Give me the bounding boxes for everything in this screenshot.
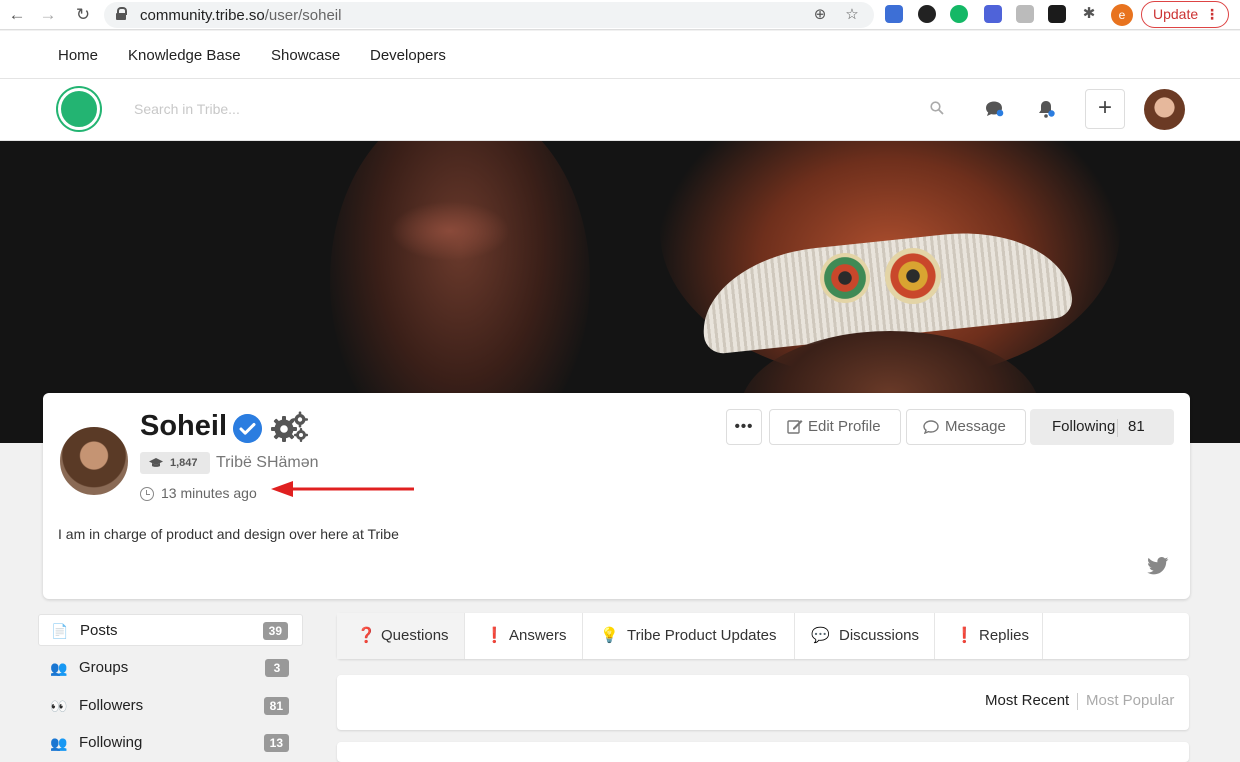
app-header: +: [0, 79, 1240, 141]
tab-label: Tribe Product Updates: [627, 627, 777, 644]
reputation-count: 1,847: [170, 457, 198, 469]
eyes-icon: 👀: [50, 698, 68, 714]
count-badge: 13: [263, 734, 289, 752]
extension-icon[interactable]: [885, 5, 903, 23]
sidebar-item-groups[interactable]: 👥 Groups 3: [38, 652, 303, 684]
profile-name: Soheil: [140, 410, 228, 442]
sidebar-item-label: Followers: [79, 697, 144, 714]
sidebar-item-posts[interactable]: 📄 Posts 39: [38, 614, 303, 646]
divider: [1117, 419, 1118, 437]
post-card: [337, 742, 1189, 762]
extension-icon[interactable]: [918, 5, 936, 23]
twitter-icon[interactable]: [1147, 557, 1169, 575]
chat-bubble-icon: [923, 420, 939, 434]
lightbulb-icon: 💡: [600, 627, 619, 644]
sort-most-popular[interactable]: Most Popular: [1086, 692, 1174, 709]
nav-showcase[interactable]: Showcase: [271, 47, 340, 64]
sort-most-recent[interactable]: Most Recent: [985, 692, 1069, 709]
divider: [1077, 693, 1078, 710]
bookmark-star-icon[interactable]: ☆: [843, 6, 861, 24]
count-badge: 3: [265, 659, 289, 677]
lock-icon: [116, 7, 127, 20]
reputation-badge: 1,847: [140, 452, 210, 474]
sidebar-item-following[interactable]: 👥 Following 13: [38, 727, 303, 759]
tribe-logo[interactable]: [58, 88, 100, 130]
edit-profile-button[interactable]: Edit Profile: [769, 409, 901, 445]
tab-label: Questions: [381, 627, 449, 644]
reload-icon[interactable]: ↻: [72, 4, 94, 26]
avatar[interactable]: [1144, 89, 1185, 130]
nav-knowledge-base[interactable]: Knowledge Base: [128, 47, 241, 64]
profile-title: Tribë SHämən: [216, 454, 319, 471]
profile-bio: I am in charge of product and design ove…: [58, 526, 399, 542]
edit-icon: [787, 420, 803, 434]
gear-icon[interactable]: [271, 411, 309, 443]
sidebar-item-label: Groups: [79, 659, 129, 676]
people-icon: 👥: [50, 735, 68, 751]
sidebar-item-followers[interactable]: 👀 Followers 81: [38, 690, 303, 722]
message-label: Message: [945, 418, 1006, 435]
forward-icon[interactable]: →: [37, 4, 59, 26]
search-input[interactable]: [134, 96, 934, 122]
clock-icon: [140, 487, 154, 501]
sidebar-item-label: Posts: [80, 622, 118, 639]
edit-profile-label: Edit Profile: [808, 418, 881, 435]
last-seen-time: 13 minutes ago: [161, 485, 257, 501]
question-icon: ❓: [357, 627, 376, 644]
content-tabs: ❓ Questions ❗ Answers 💡 Tribe Product Up…: [337, 613, 1189, 659]
profile-avatar: [58, 425, 130, 497]
tab-label: Discussions: [839, 627, 920, 644]
graduation-cap-icon: [149, 458, 163, 467]
bell-icon[interactable]: [1035, 98, 1057, 120]
site-nav: Home Knowledge Base Showcase Developers: [0, 31, 1240, 79]
browser-profile-avatar[interactable]: e: [1111, 4, 1133, 26]
tab-questions[interactable]: ❓ Questions: [337, 613, 465, 659]
grammarly-icon[interactable]: [950, 5, 968, 23]
tab-replies[interactable]: ❗ Replies: [935, 613, 1043, 659]
profile-card: Soheil 1,847 Tribë SHämən 13 minutes ago…: [43, 393, 1190, 599]
annotation-arrow-icon: [271, 481, 414, 497]
browser-toolbar: ← → ↻ community.tribe.so/user/soheil ⊕ ☆…: [0, 0, 1240, 30]
tab-label: Replies: [979, 627, 1030, 644]
address-bar[interactable]: community.tribe.so/user/soheil ⊕ ☆: [104, 2, 874, 28]
following-button[interactable]: Following 81: [1030, 409, 1174, 445]
message-button[interactable]: Message: [906, 409, 1026, 445]
speech-bubble-icon: 💬: [811, 627, 830, 644]
count-badge: 81: [263, 697, 289, 715]
groups-icon: 👥: [50, 660, 68, 676]
back-icon[interactable]: ←: [6, 4, 28, 26]
exclamation-icon: ❗: [485, 627, 504, 644]
puzzle-icon[interactable]: ✱: [1080, 5, 1098, 23]
extension-icon[interactable]: [1016, 5, 1034, 23]
search-icon[interactable]: [930, 101, 944, 115]
verified-badge-icon: [233, 414, 262, 443]
tab-tribe-product-updates[interactable]: 💡 Tribe Product Updates: [583, 613, 795, 659]
update-button[interactable]: Update ⋮: [1141, 1, 1229, 28]
nav-home[interactable]: Home: [58, 47, 98, 64]
sidebar-item-label: Following: [79, 734, 143, 751]
more-vert-icon: ⋮: [1205, 6, 1219, 22]
tab-answers[interactable]: ❗ Answers: [465, 613, 583, 659]
nav-developers[interactable]: Developers: [370, 47, 446, 64]
create-button[interactable]: +: [1085, 89, 1125, 129]
sort-bar: Most Recent Most Popular: [337, 675, 1189, 730]
tab-discussions[interactable]: 💬 Discussions: [795, 613, 935, 659]
following-count: 81: [1128, 418, 1145, 435]
extension-icon[interactable]: [1048, 5, 1066, 23]
following-label: Following: [1052, 418, 1116, 435]
more-options-button[interactable]: •••: [726, 409, 762, 445]
zoom-icon[interactable]: ⊕: [811, 6, 829, 24]
document-icon: 📄: [51, 623, 69, 639]
count-badge: 39: [262, 622, 288, 640]
exclamation-icon: ❗: [955, 627, 974, 644]
extension-icon[interactable]: [984, 5, 1002, 23]
chat-icon[interactable]: [983, 98, 1005, 120]
url-text: community.tribe.so/user/soheil: [140, 7, 342, 24]
tab-label: Answers: [509, 627, 567, 644]
